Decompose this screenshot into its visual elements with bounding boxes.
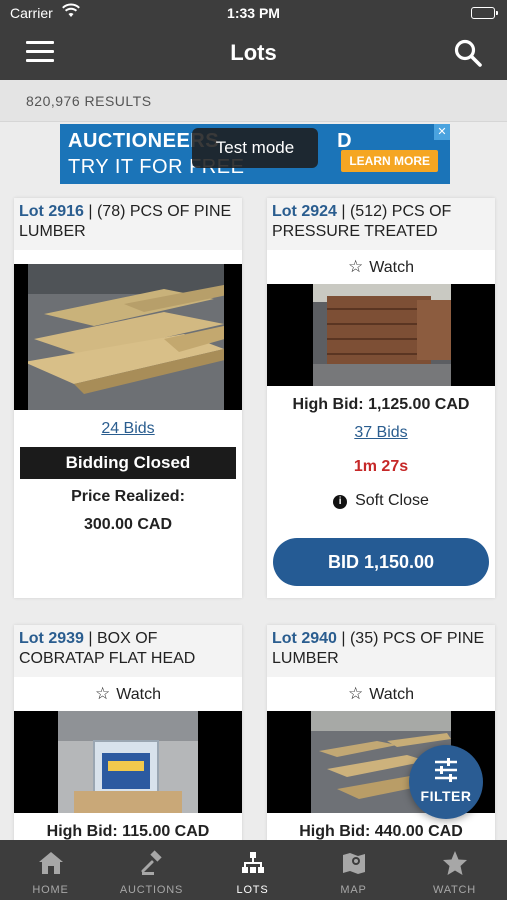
ad-close-icon[interactable]: ✕ xyxy=(434,124,450,140)
lot-number[interactable]: Lot 2924 xyxy=(272,203,337,220)
battery-icon xyxy=(471,7,498,19)
lot-photo[interactable] xyxy=(14,264,242,410)
info-icon: i xyxy=(333,495,348,509)
lot-card[interactable]: Lot 2940 | (35) PCS OF PINE LUMBER ☆ Watc… xyxy=(267,625,495,855)
bids-link[interactable]: 24 Bids xyxy=(14,420,242,438)
lot-photo[interactable] xyxy=(14,711,242,813)
high-bid-label: High Bid: 1,125.00 CAD xyxy=(292,396,470,413)
tab-label: LOTS xyxy=(236,884,269,896)
lot-header: Lot 2924 | (512) PCS OF PRESSURE TREATED xyxy=(267,198,495,250)
lot-card[interactable]: Lot 2924 | (512) PCS OF PRESSURE TREATED… xyxy=(267,198,495,598)
tab-label: WATCH xyxy=(432,884,477,896)
tab-map[interactable]: MAP xyxy=(303,840,404,900)
lot-number[interactable]: Lot 2939 xyxy=(19,630,84,647)
high-bid-label: High Bid: 115.00 CAD xyxy=(46,823,210,840)
filter-button[interactable]: FILTER xyxy=(409,745,483,819)
lots-icon xyxy=(242,852,264,873)
watch-button[interactable]: ☆ Watch xyxy=(267,684,495,704)
search-icon[interactable] xyxy=(453,38,483,68)
tab-label: AUCTIONS xyxy=(119,884,184,896)
countdown-timer: 1m 27s xyxy=(353,458,409,475)
lot-card[interactable]: Lot 2939 | BOX OF COBRATAP FLAT HEAD ☆ Wa… xyxy=(14,625,242,855)
filter-label: FILTER xyxy=(420,788,472,804)
tab-label: HOME xyxy=(32,884,69,896)
star-outline-icon: ☆ xyxy=(348,684,364,703)
price-realized-label: Price Realized: xyxy=(71,488,185,505)
watch-button[interactable]: ☆ Watch xyxy=(14,684,242,704)
bids-link[interactable]: 37 Bids xyxy=(267,424,495,442)
status-bar: Carrier 1:33 PM xyxy=(0,0,507,28)
tab-auctions[interactable]: AUCTIONS xyxy=(101,840,202,900)
gavel-icon xyxy=(141,850,162,875)
lot-header: Lot 2916 | (78) PCS OF PINE LUMBER xyxy=(14,198,242,250)
lot-number[interactable]: Lot 2940 xyxy=(272,630,337,647)
price-realized-value: 300.00 CAD xyxy=(83,516,173,533)
bid-button[interactable]: BID 1,150.00 xyxy=(273,538,489,586)
lot-header: Lot 2939 | BOX OF COBRATAP FLAT HEAD xyxy=(14,625,242,677)
watch-button[interactable]: ☆ Watch xyxy=(267,257,495,277)
tab-home[interactable]: HOME xyxy=(0,840,101,900)
ad-learn-more-button[interactable]: LEARN MORE xyxy=(341,150,438,172)
star-icon xyxy=(443,851,467,875)
tab-bar: HOME AUCTIONS LOTS MAP WATCH xyxy=(0,840,507,900)
sliders-icon xyxy=(435,758,457,782)
star-outline-icon: ☆ xyxy=(95,684,111,703)
nav-bar: Lots xyxy=(0,28,507,80)
star-outline-icon: ☆ xyxy=(348,257,364,276)
test-mode-overlay: Test mode xyxy=(192,128,318,168)
bidding-closed-badge: Bidding Closed xyxy=(20,447,236,479)
high-bid-label: High Bid: 440.00 CAD xyxy=(299,823,463,840)
lot-photo[interactable] xyxy=(267,284,495,386)
clock: 1:33 PM xyxy=(227,5,280,21)
results-count: 820,976 RESULTS xyxy=(0,80,507,122)
home-icon xyxy=(39,852,63,874)
lot-header: Lot 2940 | (35) PCS OF PINE LUMBER xyxy=(267,625,495,677)
menu-icon[interactable] xyxy=(26,41,54,63)
soft-close-label: i Soft Close xyxy=(267,492,495,510)
map-icon xyxy=(343,853,365,874)
page-title: Lots xyxy=(230,40,277,65)
tab-lots[interactable]: LOTS xyxy=(202,840,303,900)
tab-watch[interactable]: WATCH xyxy=(404,840,505,900)
lot-number[interactable]: Lot 2916 xyxy=(19,203,84,220)
tab-label: MAP xyxy=(340,884,367,896)
lot-card[interactable]: Lot 2916 | (78) PCS OF PINE LUMBER 24 Bi… xyxy=(14,198,242,598)
